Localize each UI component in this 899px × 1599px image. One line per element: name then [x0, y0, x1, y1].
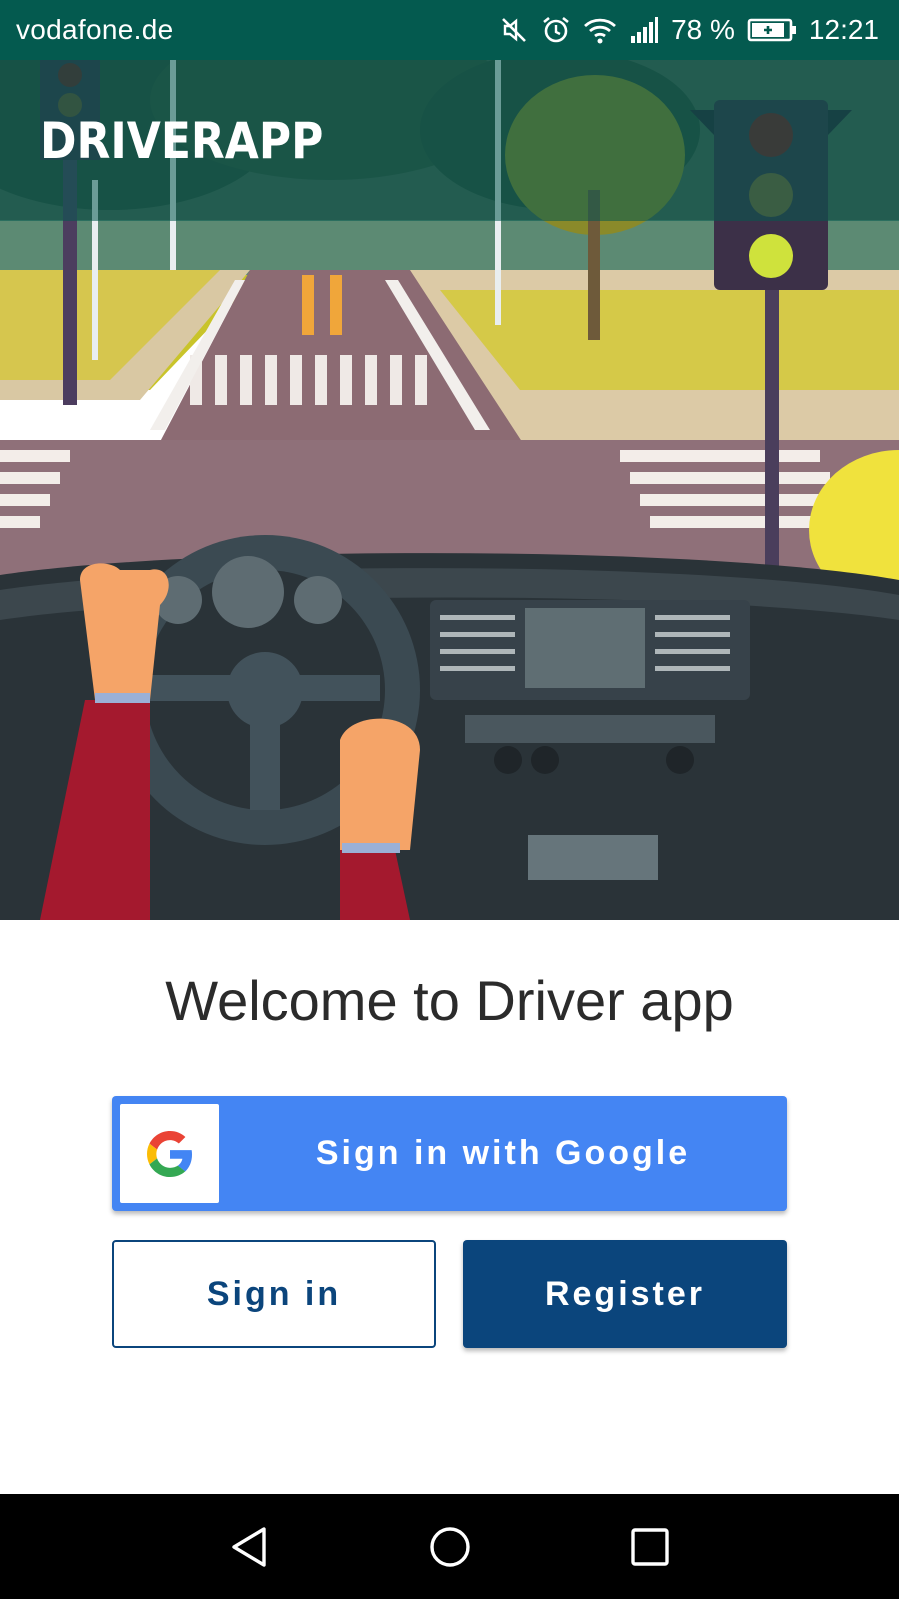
welcome-heading: Welcome to Driver app [165, 969, 734, 1032]
battery-level: 78 % [671, 14, 735, 45]
alarm-icon [541, 15, 571, 45]
wifi-icon [583, 15, 617, 45]
google-sign-in-button[interactable]: Sign in with Google [112, 1096, 787, 1211]
clock-time: 12:21 [808, 14, 879, 45]
signal-icon [629, 16, 659, 44]
carrier-name: vodafone.de [16, 14, 174, 45]
mute-icon [499, 15, 529, 45]
google-sign-in-label: Sign in with Google [315, 1134, 691, 1172]
status-bar: vodafone.de 78 % 12:21 [0, 0, 899, 60]
app-title: DRIVERAPP [40, 112, 324, 170]
recents-icon[interactable] [590, 1494, 710, 1599]
home-icon[interactable] [390, 1494, 510, 1599]
google-logo-icon [120, 1104, 219, 1203]
battery-charging-icon [747, 17, 797, 43]
register-button[interactable]: Register [463, 1240, 787, 1348]
back-icon[interactable] [190, 1494, 310, 1599]
status-icons: 78 % 12:21 [499, 14, 879, 46]
sign-in-button[interactable]: Sign in [112, 1240, 436, 1348]
navigation-bar [0, 1494, 899, 1599]
